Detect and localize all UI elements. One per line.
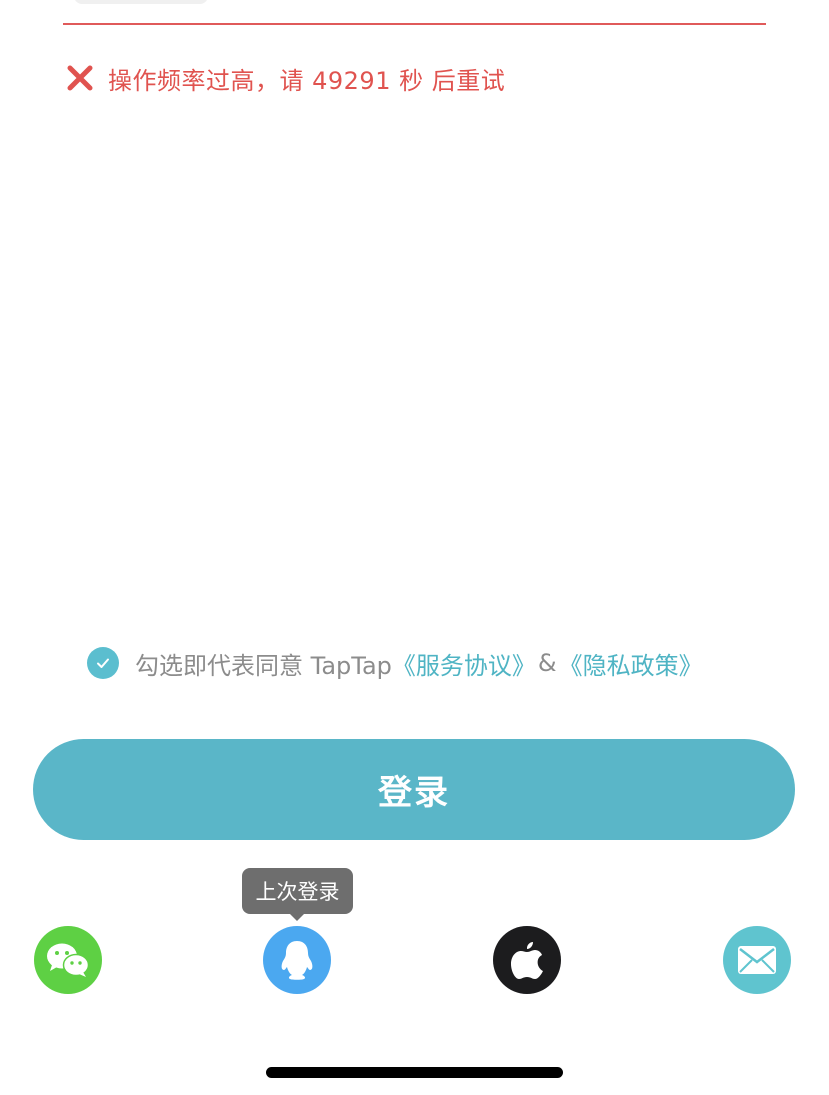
wechat-icon [47, 943, 90, 977]
agreement-row: 勾选即代表同意 TapTap 《服务协议》 & 《隐私政策》 [87, 644, 703, 682]
mail-icon [738, 946, 776, 974]
agreement-prefix-text: 勾选即代表同意 TapTap [135, 651, 392, 680]
close-x-icon [66, 64, 94, 92]
home-indicator [266, 1067, 563, 1078]
error-message-text: 操作频率过高，请 49291 秒 后重试 [108, 66, 506, 95]
login-screen: 操作频率过高，请 49291 秒 后重试 勾选即代表同意 TapTap 《服务协… [0, 0, 829, 1095]
qq-penguin-icon [281, 941, 313, 980]
input-field-underline-error [63, 23, 766, 25]
agreement-checkbox[interactable] [87, 647, 119, 679]
last-login-tooltip: 上次登录 [242, 868, 353, 914]
error-message-row: 操作频率过高，请 49291 秒 后重试 [66, 58, 505, 98]
login-button[interactable]: 登录 [33, 739, 795, 840]
apple-icon [511, 942, 543, 979]
apple-login-button[interactable] [493, 926, 561, 994]
input-field-remnant[interactable] [74, 0, 208, 4]
terms-of-service-link[interactable]: 《服务协议》 [392, 646, 536, 681]
email-login-button[interactable] [723, 926, 791, 994]
agreement-separator: & [537, 649, 557, 677]
tooltip-arrow [289, 913, 305, 921]
privacy-policy-link[interactable]: 《隐私政策》 [559, 646, 703, 681]
wechat-login-button[interactable] [34, 926, 102, 994]
checkmark-icon [97, 658, 109, 668]
qq-login-button[interactable] [263, 926, 331, 994]
